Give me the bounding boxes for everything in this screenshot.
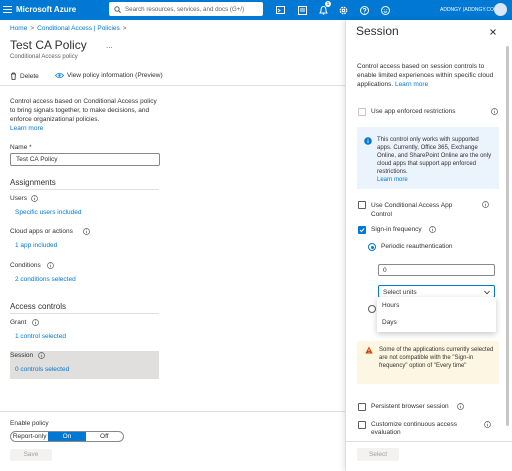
info-icon[interactable] [47, 262, 54, 269]
app-enforced-label: Use app enforced restrictions [371, 108, 456, 115]
users-label: Users [10, 195, 27, 202]
hamburger-menu-icon[interactable] [3, 5, 12, 14]
info-box-text: This control only works with supported a… [377, 136, 495, 184]
name-label: Name * [10, 144, 32, 151]
ca-app-control-label: Use Conditional Access App Control [371, 202, 453, 218]
cloud-shell-icon[interactable] [272, 2, 288, 18]
cloud-apps-selection-link[interactable]: 1 app included [15, 242, 57, 249]
panel-description: Control access based on session controls… [357, 62, 497, 89]
policy-description: Control access based on Conditional Acce… [10, 97, 160, 133]
checkmark-icon [359, 228, 365, 233]
info-box-message: This control only works with supported a… [377, 137, 492, 175]
page-subtitle: Conditional Access policy [10, 54, 78, 60]
toggle-off[interactable]: Off [86, 432, 123, 441]
info-icon[interactable] [32, 319, 39, 326]
notification-count-badge: 1 [325, 1, 331, 7]
info-icon[interactable] [83, 228, 90, 235]
breadcrumb: Home > Conditional Access | Policies > [10, 25, 130, 32]
periodic-reauth-label: Periodic reauthentication [381, 243, 453, 250]
search-placeholder: Search resources, services, and docs (G+… [125, 5, 245, 13]
help-icon[interactable] [356, 2, 372, 18]
command-bar-divider [0, 85, 345, 86]
panel-footer-divider [346, 441, 512, 442]
conditions-selection-link[interactable]: 2 conditions selected [15, 276, 76, 283]
info-icon[interactable] [457, 403, 464, 410]
feedback-icon[interactable] [377, 2, 393, 18]
units-select-placeholder: Select units [383, 288, 417, 296]
info-icon[interactable] [484, 421, 491, 428]
warning-text: Some of the applications currently selec… [379, 347, 494, 369]
policy-name-input[interactable]: Test CA Policy [10, 153, 160, 166]
panel-title: Session [356, 24, 399, 38]
app-enforced-checkbox[interactable] [358, 108, 366, 116]
conditions-label: Conditions [10, 262, 41, 269]
learn-more-link[interactable]: Learn more [395, 81, 428, 88]
page-title: Test CA Policy [10, 38, 87, 52]
grant-label: Grant [10, 319, 27, 326]
info-icon[interactable] [31, 195, 38, 202]
view-policy-info-label: View policy information (Preview) [67, 72, 163, 79]
persistent-browser-label: Persistent browser session [371, 403, 449, 410]
select-button[interactable]: Select [357, 448, 399, 461]
search-icon [114, 5, 121, 13]
settings-icon[interactable] [335, 2, 351, 18]
sign-in-frequency-label: Sign-in frequency [371, 226, 422, 233]
chevron-down-icon [484, 290, 490, 294]
access-controls-heading: Access controls [10, 302, 67, 311]
policy-description-text: Control access based on Conditional Acce… [10, 98, 157, 123]
directory-filter-icon[interactable] [294, 2, 310, 18]
users-selection-link[interactable]: Specific users included [15, 209, 81, 216]
continuous-eval-checkbox[interactable] [358, 421, 366, 429]
persistent-browser-checkbox[interactable] [358, 403, 366, 411]
toggle-on[interactable]: On [48, 432, 86, 441]
breadcrumb-separator: > [30, 25, 35, 32]
account-directory-name[interactable]: ADDNGY (ADDNGY.COM) [440, 7, 500, 13]
session-label: Session [10, 352, 34, 359]
info-circle-icon [364, 137, 372, 145]
info-icon[interactable] [491, 108, 498, 115]
units-option-hours[interactable]: Hours [382, 302, 399, 309]
info-icon[interactable] [482, 201, 489, 208]
trash-icon [11, 72, 16, 80]
more-options-button[interactable]: ... [106, 41, 113, 50]
assignments-heading: Assignments [10, 178, 56, 187]
warning-icon [365, 346, 373, 354]
access-controls-divider [10, 313, 159, 314]
toggle-report-only[interactable]: Report-only [11, 432, 48, 441]
session-selection-link[interactable]: 0 controls selected [15, 366, 69, 373]
eye-icon [55, 72, 64, 79]
search-input[interactable]: Search resources, services, and docs (G+… [109, 2, 263, 16]
breadcrumb-policies[interactable]: Conditional Access | Policies [37, 25, 120, 32]
breadcrumb-home[interactable]: Home [10, 25, 27, 32]
panel-scrollbar[interactable] [506, 46, 509, 426]
delete-button-label: Delete [20, 72, 39, 80]
close-icon[interactable] [488, 27, 498, 37]
info-icon[interactable] [38, 352, 45, 359]
learn-more-link[interactable]: Learn more [10, 124, 160, 133]
delete-button[interactable]: Delete [10, 72, 39, 80]
assignments-divider [10, 189, 159, 190]
enable-policy-label: Enable policy [10, 420, 49, 427]
info-box-learn-more-link[interactable]: Learn more [377, 176, 495, 184]
breadcrumb-separator: > [122, 25, 127, 32]
enable-policy-toggle[interactable]: Report-only On Off [10, 431, 124, 442]
continuous-eval-label: Customize continuous access evaluation [371, 421, 457, 436]
units-option-days[interactable]: Days [382, 319, 397, 326]
cloud-apps-label: Cloud apps or actions [10, 228, 73, 235]
view-policy-info-button[interactable]: View policy information (Preview) [55, 72, 163, 79]
save-button[interactable]: Save [10, 449, 52, 461]
frequency-value-input[interactable]: 0 [378, 264, 495, 276]
sign-in-frequency-checkbox[interactable] [358, 226, 366, 234]
grant-selection-link[interactable]: 1 control selected [15, 333, 66, 340]
every-time-radio[interactable] [368, 305, 376, 313]
units-dropdown-menu: Hours Days [377, 297, 496, 332]
avatar[interactable] [494, 3, 507, 16]
ca-app-control-checkbox[interactable] [358, 201, 366, 209]
periodic-reauth-radio[interactable] [368, 243, 376, 251]
info-icon[interactable] [429, 226, 436, 233]
footer-divider [0, 411, 345, 412]
azure-brand[interactable]: Microsoft Azure [16, 5, 76, 14]
